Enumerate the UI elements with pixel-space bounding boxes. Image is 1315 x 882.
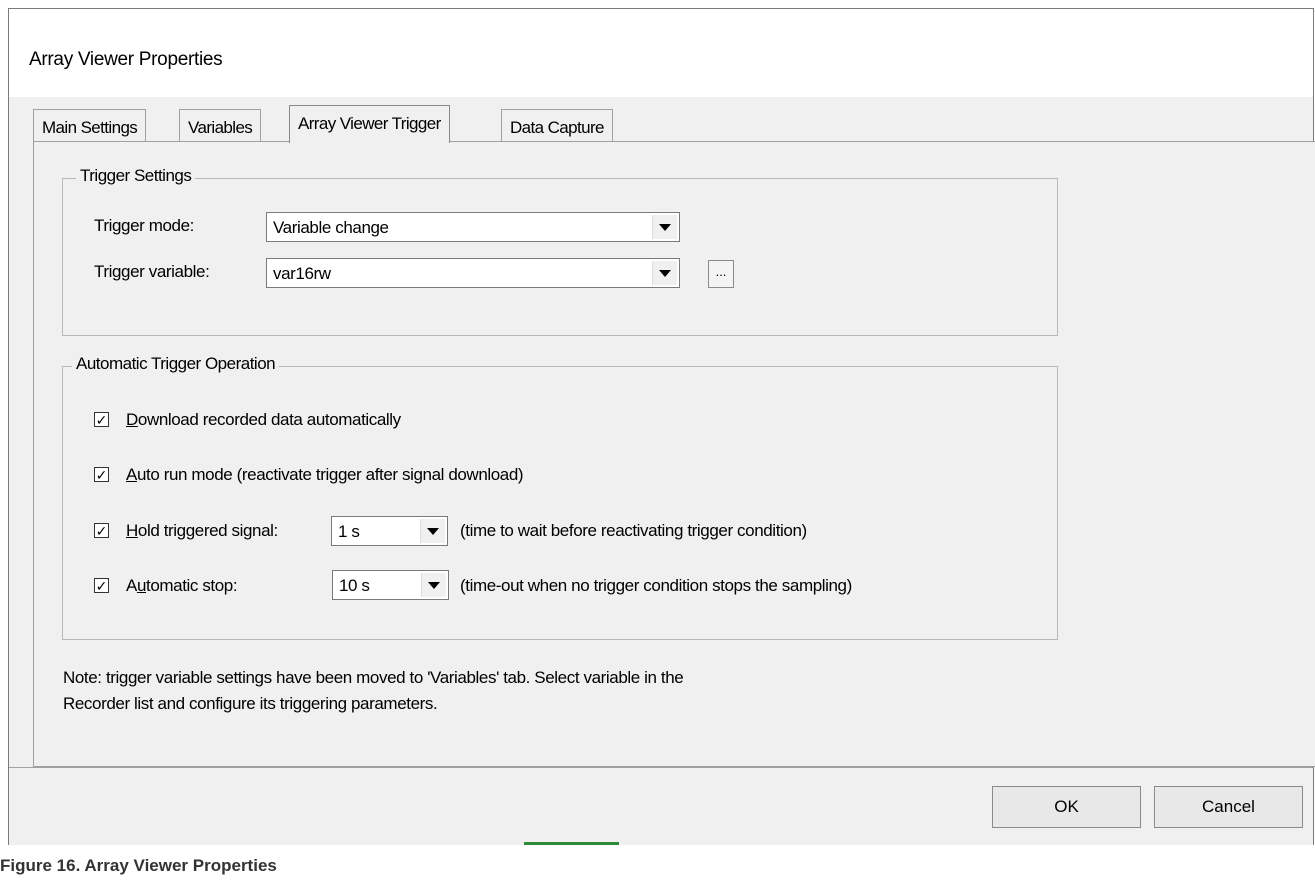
cancel-button[interactable]: Cancel bbox=[1154, 786, 1303, 828]
download-label: Download recorded data automatically bbox=[126, 410, 401, 429]
auto-stop-select[interactable]: 10 s bbox=[332, 570, 449, 600]
chevron-down-icon[interactable] bbox=[421, 573, 446, 597]
trigger-settings-group bbox=[62, 178, 1058, 336]
auto-stop-value: 10 s bbox=[339, 576, 370, 595]
download-checkbox[interactable]: ✓ bbox=[94, 412, 109, 427]
auto-trigger-label: Automatic Trigger Operation bbox=[72, 354, 280, 374]
note-line-2: Recorder list and configure its triggeri… bbox=[63, 694, 438, 713]
auto-run-label: Auto run mode (reactivate trigger after … bbox=[126, 465, 524, 484]
hold-signal-label: Hold triggered signal: bbox=[126, 521, 278, 540]
trigger-variable-label: Trigger variable: bbox=[94, 262, 210, 281]
tab-main-settings[interactable]: Main Settings bbox=[33, 109, 147, 141]
trigger-mode-select[interactable]: Variable change bbox=[266, 212, 680, 242]
trigger-variable-select[interactable]: var16rw bbox=[266, 258, 680, 288]
button-bar: OK Cancel bbox=[9, 767, 1313, 845]
auto-trigger-group bbox=[62, 366, 1058, 640]
trigger-mode-value: Variable change bbox=[273, 218, 389, 237]
ok-button[interactable]: OK bbox=[992, 786, 1141, 828]
hold-hint: (time to wait before reactivating trigge… bbox=[460, 521, 807, 540]
auto-stop-checkbox[interactable]: ✓ bbox=[94, 578, 109, 593]
tab-array-viewer-trigger[interactable]: Array Viewer Trigger bbox=[289, 105, 450, 143]
chevron-down-icon[interactable] bbox=[652, 215, 677, 239]
hold-time-value: 1 s bbox=[338, 522, 360, 541]
note-line-1: Note: trigger variable settings have bee… bbox=[63, 668, 684, 687]
window-title: Array Viewer Properties bbox=[29, 49, 223, 70]
chevron-down-icon[interactable] bbox=[420, 519, 445, 543]
trigger-variable-value: var16rw bbox=[273, 264, 331, 283]
tab-variables[interactable]: Variables bbox=[179, 109, 262, 141]
figure-caption: Figure 16. Array Viewer Properties bbox=[0, 856, 277, 875]
trigger-mode-label: Trigger mode: bbox=[94, 216, 194, 235]
trigger-settings-label: Trigger Settings bbox=[76, 166, 196, 186]
hold-time-select[interactable]: 1 s bbox=[331, 516, 448, 546]
chevron-down-icon[interactable] bbox=[652, 261, 677, 285]
hold-signal-checkbox[interactable]: ✓ bbox=[94, 523, 109, 538]
auto-stop-hint: (time-out when no trigger condition stop… bbox=[460, 576, 852, 595]
browse-variable-button[interactable]: ... bbox=[708, 260, 734, 288]
auto-stop-label: Automatic stop: bbox=[126, 576, 238, 595]
note-text: Note: trigger variable settings have bee… bbox=[63, 665, 923, 717]
auto-run-checkbox[interactable]: ✓ bbox=[94, 467, 109, 482]
properties-dialog: Array Viewer Properties Main Settings Va… bbox=[8, 8, 1315, 845]
tab-data-capture[interactable]: Data Capture bbox=[501, 109, 613, 141]
focus-indicator bbox=[524, 842, 619, 845]
